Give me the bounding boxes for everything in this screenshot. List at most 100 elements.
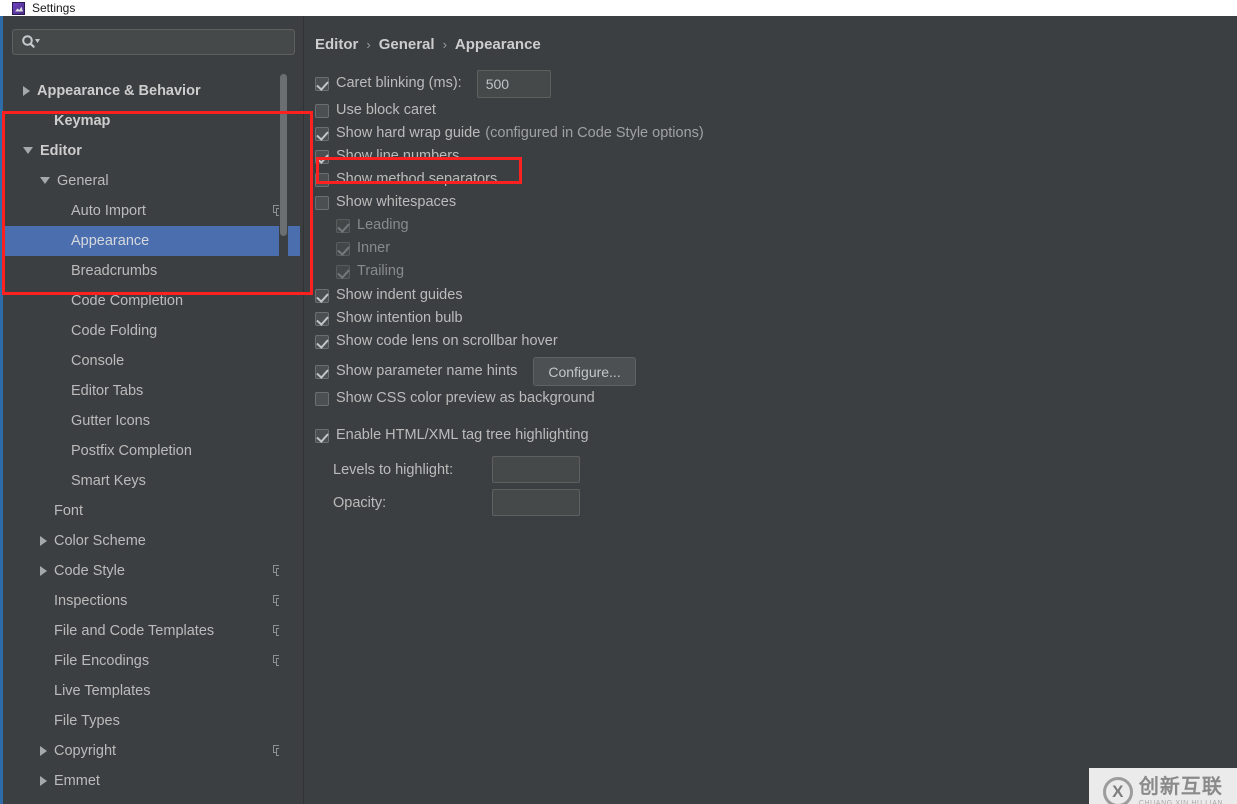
- checkbox-show-hard-wrap-guide[interactable]: [315, 126, 329, 141]
- checkbox-show-whitespaces[interactable]: [315, 195, 329, 210]
- chevron-right-icon[interactable]: [23, 86, 30, 96]
- sidebar-item-inspections[interactable]: Inspections: [5, 586, 300, 616]
- chevron-right-icon[interactable]: [40, 776, 47, 786]
- sidebar-item-images[interactable]: Images: [5, 796, 300, 804]
- sidebar-item-file-and-code-templates[interactable]: File and Code Templates: [5, 616, 300, 646]
- configure-button[interactable]: Configure...: [533, 357, 636, 386]
- sidebar-item-smart-keys[interactable]: Smart Keys: [5, 466, 300, 496]
- sidebar-item-console[interactable]: Console: [5, 346, 300, 376]
- chevron-right-icon[interactable]: [40, 536, 47, 546]
- sidebar-item-code-folding[interactable]: Code Folding: [5, 316, 300, 346]
- checkbox-show-indent-guides[interactable]: [315, 288, 329, 303]
- sidebar-item-live-templates[interactable]: Live Templates: [5, 676, 300, 706]
- chevron-down-icon[interactable]: [23, 146, 33, 159]
- sidebar-item-code-style[interactable]: Code Style: [5, 556, 300, 586]
- option-label: Show CSS color preview as background: [336, 390, 595, 407]
- sidebar-item-label: Gutter Icons: [71, 413, 150, 429]
- checkbox-use-block-caret[interactable]: [315, 103, 329, 118]
- search-input[interactable]: [41, 32, 281, 52]
- option-label: Trailing: [357, 263, 405, 280]
- option-row-show-line-numbers: Show line numbers: [315, 145, 1225, 168]
- sidebar-item-appearance[interactable]: Appearance: [5, 226, 300, 256]
- checkbox-show-parameter-name-hints[interactable]: [315, 364, 329, 379]
- option-row-leading: Leading: [336, 214, 1225, 237]
- spinner-opacity[interactable]: [492, 489, 580, 516]
- chevron-right-icon[interactable]: [40, 746, 47, 756]
- window-body: Appearance & Behavior Keymap Editor General…: [0, 16, 1237, 804]
- checkbox-caret-blinking-ms[interactable]: [315, 76, 329, 91]
- option-label: Show whitespaces: [336, 194, 457, 211]
- option-label: Use block caret: [336, 102, 436, 119]
- option-row-enable-html-xml-tag-tree-highlighting: Enable HTML/XML tag tree highlighting: [315, 424, 1225, 447]
- input-caret-blinking-ms[interactable]: [476, 69, 551, 98]
- sidebar-scrollbar-thumb[interactable]: [280, 74, 287, 236]
- breadcrumb-separator: ›: [366, 37, 371, 52]
- sidebar-item-postfix-completion[interactable]: Postfix Completion: [5, 436, 300, 466]
- checkbox-inner: [336, 241, 350, 256]
- option-label: Show parameter name hints: [336, 363, 518, 380]
- checkbox-trailing: [336, 264, 350, 279]
- sidebar-item-label: Images: [54, 796, 102, 804]
- search-field-wrapper: [12, 29, 295, 55]
- option-label: Show intention bulb: [336, 310, 463, 327]
- chevron-down-icon: [35, 39, 40, 43]
- option-row-trailing: Trailing: [336, 260, 1225, 283]
- checkbox-leading: [336, 218, 350, 233]
- spinner-value-input[interactable]: [493, 457, 579, 482]
- sidebar-item-label: Breadcrumbs: [71, 263, 158, 279]
- sidebar-item-general[interactable]: General: [5, 166, 300, 196]
- checkbox-show-css-color-preview-as-background[interactable]: [315, 391, 329, 406]
- sidebar-item-editor-tabs[interactable]: Editor Tabs: [5, 376, 300, 406]
- option-label: Leading: [357, 217, 409, 234]
- sidebar-item-appearance-behavior[interactable]: Appearance & Behavior: [5, 76, 300, 106]
- watermark-cn: 创新互联: [1138, 776, 1223, 798]
- watermark-text: 创新互联 CHUANG XIN HU LIAN: [1139, 777, 1223, 804]
- breadcrumb-item[interactable]: General: [379, 36, 435, 53]
- checkbox-show-intention-bulb[interactable]: [315, 311, 329, 326]
- sidebar-item-keymap[interactable]: Keymap: [5, 106, 300, 136]
- sidebar-item-copyright[interactable]: Copyright: [5, 736, 300, 766]
- sidebar-item-label: Editor Tabs: [71, 383, 144, 399]
- settings-sidebar: Appearance & Behavior Keymap Editor General…: [5, 16, 304, 804]
- breadcrumb: Editor › General › Appearance: [315, 36, 541, 53]
- spinner-label: Levels to highlight:: [333, 461, 454, 478]
- sidebar-item-breadcrumbs[interactable]: Breadcrumbs: [5, 256, 300, 286]
- sidebar-item-font[interactable]: Font: [5, 496, 300, 526]
- spinner-value-input[interactable]: [493, 490, 579, 515]
- spinner-levels-to-highlight[interactable]: [492, 456, 580, 483]
- checkbox-show-method-separators[interactable]: [315, 172, 329, 187]
- chevron-down-icon[interactable]: [40, 176, 50, 189]
- checkbox-enable-html-xml-tag-tree-highlighting[interactable]: [315, 428, 329, 443]
- checkbox-show-line-numbers[interactable]: [315, 149, 329, 164]
- breadcrumb-item[interactable]: Editor: [315, 36, 358, 53]
- sidebar-item-emmet[interactable]: Emmet: [5, 766, 300, 796]
- sidebar-item-editor[interactable]: Editor: [5, 136, 300, 166]
- chevron-right-icon[interactable]: [40, 566, 47, 576]
- sidebar-item-label: Code Folding: [71, 323, 158, 339]
- checkbox-show-code-lens-on-scrollbar-hover[interactable]: [315, 334, 329, 349]
- search-box[interactable]: [12, 29, 295, 55]
- sidebar-item-file-encodings[interactable]: File Encodings: [5, 646, 300, 676]
- option-label-note: (configured in Code Style options): [485, 125, 704, 142]
- watermark: 创新互联 CHUANG XIN HU LIAN: [1089, 768, 1237, 804]
- window-title: Settings: [32, 1, 76, 15]
- watermark-en: CHUANG XIN HU LIAN: [1138, 800, 1224, 804]
- breadcrumb-item[interactable]: Appearance: [455, 36, 541, 53]
- sidebar-item-file-types[interactable]: File Types: [5, 706, 300, 736]
- option-label: Show method separators: [336, 171, 498, 188]
- sidebar-item-code-completion[interactable]: Code Completion: [5, 286, 300, 316]
- sidebar-item-gutter-icons[interactable]: Gutter Icons: [5, 406, 300, 436]
- sidebar-item-color-scheme[interactable]: Color Scheme: [5, 526, 300, 556]
- sidebar-item-auto-import[interactable]: Auto Import: [5, 196, 300, 226]
